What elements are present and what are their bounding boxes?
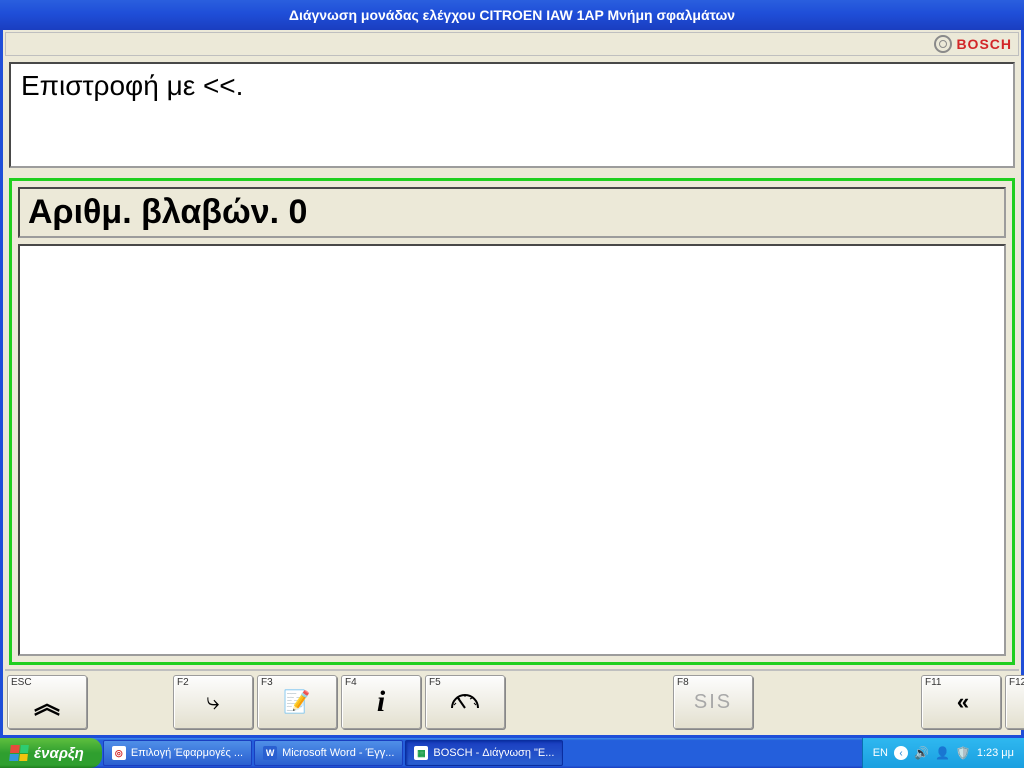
f5-label: F5 (429, 677, 441, 688)
tray-volume-icon[interactable]: 🔊 (914, 746, 929, 760)
taskbar-item-label: BOSCH - Διάγνωση "Ε... (433, 747, 554, 759)
f9-blank (757, 675, 835, 729)
window-titlebar: Διάγνωση μονάδας ελέγχου CITROEN IAW 1AP… (0, 0, 1024, 30)
tray-expand-icon[interactable]: ‹ (894, 746, 908, 760)
fault-count-header: Αριθμ. βλαβών. 0 (18, 187, 1006, 238)
info-icon: i (377, 685, 385, 719)
f12-label: F12 (1009, 677, 1024, 688)
f8-button[interactable]: F8 SIS (673, 675, 753, 729)
bosch-logo: BOSCH (934, 35, 1012, 53)
f1-blank (91, 675, 169, 729)
f4-label: F4 (345, 677, 357, 688)
taskbar-item-label: Microsoft Word - Έγγ... (282, 747, 394, 759)
esc-label: ESC (11, 677, 32, 688)
sis-label: SIS (694, 691, 732, 714)
tray-shield-icon[interactable]: 🛡️ (956, 746, 971, 760)
f3-label: F3 (261, 677, 273, 688)
windows-flag-icon (9, 745, 29, 761)
fault-count-text: Αριθμ. βλαβών. 0 (28, 193, 307, 231)
start-label: έναρξη (34, 745, 84, 762)
language-indicator[interactable]: EN (873, 747, 888, 759)
message-text: Επιστροφή με <<. (21, 70, 243, 101)
double-left-chevron-icon: « (957, 689, 965, 715)
client-area: BOSCH Επιστροφή με <<. Αριθμ. βλαβών. 0 … (0, 30, 1024, 738)
message-panel: Επιστροφή με <<. (9, 62, 1015, 168)
fault-frame: Αριθμ. βλαβών. 0 (9, 178, 1015, 665)
f2-button[interactable]: F2 ⤷ (173, 675, 253, 729)
f7-blank (591, 675, 669, 729)
f3-button[interactable]: F3 📝 (257, 675, 337, 729)
tray-clock[interactable]: 1:23 μμ (977, 747, 1014, 759)
fault-list (18, 244, 1006, 656)
taskbar-item-bosch-diag[interactable]: ▦ BOSCH - Διάγνωση "Ε... (405, 740, 563, 766)
taskbar-item-word[interactable]: W Microsoft Word - Έγγ... (254, 740, 403, 766)
brand-text: BOSCH (956, 36, 1012, 52)
work-zone: Επιστροφή με <<. Αριθμ. βλαβών. 0 (5, 58, 1019, 669)
window-title: Διάγνωση μονάδας ελέγχου CITROEN IAW 1AP… (289, 7, 735, 23)
f5-button[interactable]: F5 (425, 675, 505, 729)
f11-button[interactable]: F11 « (921, 675, 1001, 729)
function-key-bar: ESC ︽ F2 ⤷ F3 📝 F4 i F5 (5, 669, 1019, 733)
f11-label: F11 (925, 677, 942, 688)
f6-blank (509, 675, 587, 729)
f4-button[interactable]: F4 i (341, 675, 421, 729)
f10-blank (839, 675, 917, 729)
f12-button[interactable]: F12 » (1005, 675, 1024, 729)
taskbar: έναρξη ◎ Επιλογή Έφαρμογές ... W Microso… (0, 738, 1024, 768)
system-tray[interactable]: EN ‹ 🔊 👤 🛡️ 1:23 μμ (862, 738, 1024, 768)
f2-label: F2 (177, 677, 189, 688)
gauge-icon (448, 688, 482, 716)
edit-note-icon: 📝 (283, 689, 310, 715)
bosch-app-icon: ◎ (112, 746, 126, 760)
bosch-ring-icon (934, 35, 952, 53)
tray-user-icon[interactable]: 👤 (935, 746, 950, 760)
start-button[interactable]: έναρξη (0, 738, 102, 768)
taskbar-item-label: Επιλογή Έφαρμογές ... (131, 747, 243, 759)
f8-label: F8 (677, 677, 689, 688)
up-chevron-icon: ︽ (34, 684, 60, 721)
brand-bar: BOSCH (5, 32, 1019, 56)
taskbar-item-apps[interactable]: ◎ Επιλογή Έφαρμογές ... (103, 740, 252, 766)
enter-arrow-icon: ⤷ (206, 688, 219, 716)
diag-app-icon: ▦ (414, 746, 428, 760)
word-app-icon: W (263, 746, 277, 760)
esc-button[interactable]: ESC ︽ (7, 675, 87, 729)
